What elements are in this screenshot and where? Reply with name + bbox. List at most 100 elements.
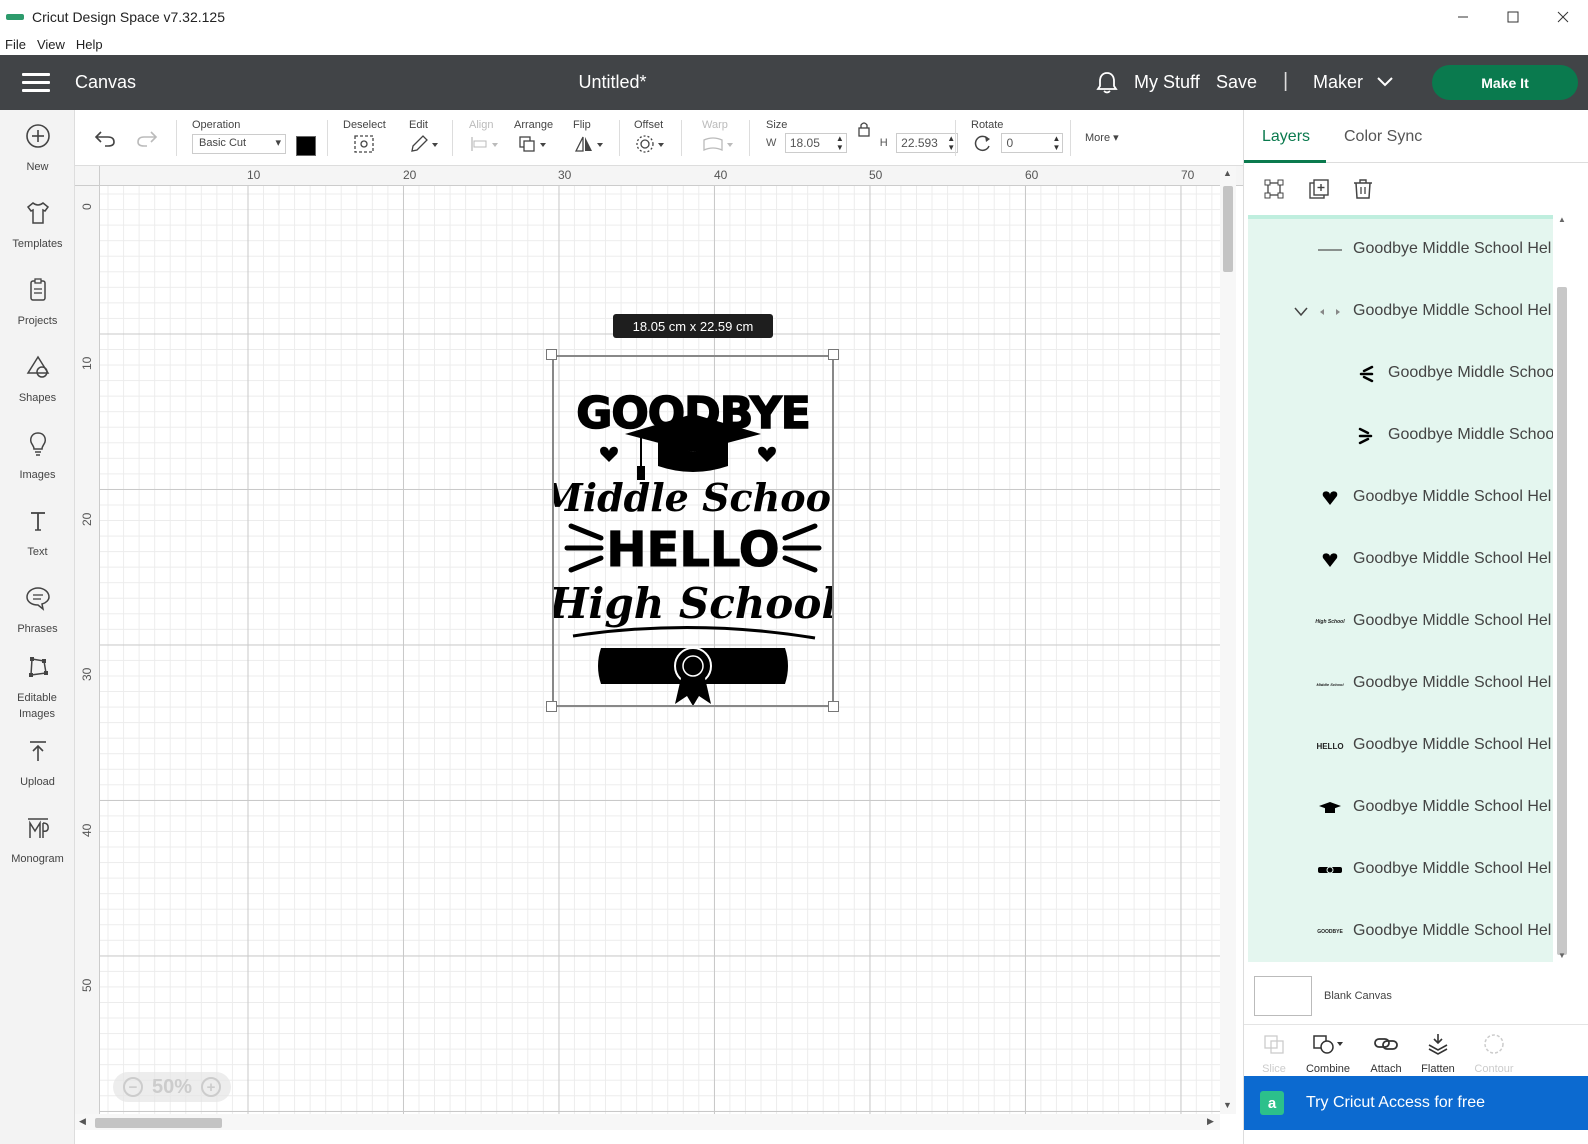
sidebar-item-editable-images[interactable]: Editable Images bbox=[0, 653, 75, 722]
operation-select[interactable]: Basic Cut bbox=[192, 134, 286, 154]
sidebar-item-new[interactable]: New bbox=[0, 122, 75, 175]
blank-canvas-swatch[interactable] bbox=[1254, 976, 1312, 1016]
layer-item[interactable]: High School Goodbye Middle School Hel bbox=[1248, 591, 1553, 653]
horizontal-scrollbar[interactable]: ◀ ▶ bbox=[75, 1114, 1220, 1130]
zoom-level: 50% bbox=[151, 1075, 193, 1098]
minimize-button[interactable] bbox=[1438, 0, 1488, 33]
scroll-up-icon[interactable]: ▲ bbox=[1223, 168, 1232, 178]
flip-group[interactable]: Flip bbox=[573, 119, 607, 159]
layer-item[interactable]: Goodbye Middle School Hel bbox=[1248, 219, 1553, 281]
sidebar-item-text[interactable]: Text bbox=[0, 507, 75, 560]
redo-icon[interactable] bbox=[135, 128, 159, 148]
scroll-left-icon[interactable]: ◀ bbox=[79, 1116, 86, 1127]
offset-group[interactable]: Offset bbox=[634, 119, 668, 159]
machine-select[interactable]: Maker bbox=[1313, 72, 1363, 93]
scrollbar-thumb[interactable] bbox=[95, 1118, 222, 1128]
arrange-group[interactable]: Arrange bbox=[514, 119, 553, 159]
trash-icon[interactable] bbox=[1351, 177, 1375, 201]
resize-handle[interactable] bbox=[828, 701, 839, 712]
scroll-up-icon[interactable]: ▲ bbox=[1558, 215, 1566, 224]
scrollbar-thumb[interactable] bbox=[1557, 287, 1567, 955]
rotate-stepper[interactable]: ▲ ▼ bbox=[1053, 134, 1061, 152]
tab-color-sync[interactable]: Color Sync bbox=[1344, 128, 1422, 146]
sidebar-item-monogram[interactable]: Monogram bbox=[0, 814, 75, 867]
maximize-button[interactable] bbox=[1488, 0, 1538, 33]
cricut-access-banner[interactable]: a Try Cricut Access for free bbox=[1244, 1076, 1588, 1130]
layer-name: Goodbye Middle School Hel bbox=[1353, 736, 1552, 753]
resize-handle[interactable] bbox=[828, 349, 839, 360]
layer-tools bbox=[1244, 163, 1588, 215]
flatten-button[interactable]: Flatten bbox=[1410, 1033, 1466, 1075]
group-icon[interactable] bbox=[1262, 177, 1286, 201]
shirt-icon bbox=[26, 202, 49, 224]
rotate-input[interactable]: 0 ▲ ▼ bbox=[1001, 133, 1064, 153]
layer-item[interactable]: Goodbye Middle Schoo bbox=[1248, 405, 1553, 467]
scroll-right-icon[interactable]: ▶ bbox=[1207, 1116, 1214, 1127]
width-stepper[interactable]: ▲ ▼ bbox=[836, 134, 844, 152]
sidebar-item-templates[interactable]: Templates bbox=[0, 199, 75, 252]
rotate-group: Rotate 0 ▲ ▼ bbox=[971, 119, 1064, 153]
design-canvas[interactable]: 0 10 20 30 40 50 60 70 0 10 20 30 40 50 … bbox=[75, 166, 1245, 1130]
sidebar-item-phrases[interactable]: Phrases bbox=[0, 584, 75, 637]
layer-name: Goodbye Middle School Hel bbox=[1353, 550, 1552, 567]
sidebar-item-shapes[interactable]: Shapes bbox=[0, 353, 75, 406]
layer-item[interactable]: Goodbye Middle School Hel bbox=[1248, 529, 1553, 591]
edit-label: Edit bbox=[409, 119, 428, 131]
layer-item[interactable]: Goodbye Middle School Hel bbox=[1248, 467, 1553, 529]
menu-view[interactable]: View bbox=[37, 37, 65, 52]
undo-icon[interactable] bbox=[93, 128, 117, 148]
lock-icon[interactable] bbox=[857, 121, 871, 137]
sidebar-item-projects[interactable]: Projects bbox=[0, 276, 75, 329]
make-it-button[interactable]: Make It bbox=[1432, 65, 1578, 100]
scroll-down-icon[interactable]: ▼ bbox=[1558, 951, 1566, 960]
zoom-out-button[interactable]: − bbox=[123, 1077, 143, 1097]
bell-icon[interactable] bbox=[1096, 71, 1118, 95]
scroll-down-icon[interactable]: ▼ bbox=[1223, 1100, 1232, 1110]
zoom-in-button[interactable]: + bbox=[201, 1077, 221, 1097]
save-button[interactable]: Save bbox=[1216, 72, 1257, 93]
my-stuff-link[interactable]: My Stuff bbox=[1134, 72, 1200, 93]
layer-group-item[interactable]: Goodbye Middle School Hel bbox=[1248, 281, 1553, 343]
scrollbar-thumb[interactable] bbox=[1223, 186, 1233, 272]
menu-help[interactable]: Help bbox=[76, 37, 103, 52]
duplicate-icon[interactable] bbox=[1307, 177, 1331, 201]
color-swatch[interactable] bbox=[296, 136, 316, 156]
hello-thumb: HELLO bbox=[1316, 741, 1344, 751]
size-tooltip: 18.05 cm x 22.59 cm bbox=[613, 314, 773, 338]
height-stepper[interactable]: ▲ ▼ bbox=[947, 134, 955, 152]
heart-thumb bbox=[1316, 487, 1344, 509]
chevron-down-icon[interactable] bbox=[1294, 307, 1308, 317]
sidebar-item-images[interactable]: Images bbox=[0, 430, 75, 483]
sidebar-item-upload[interactable]: Upload bbox=[0, 737, 75, 790]
document-title[interactable]: Untitled* bbox=[0, 72, 1225, 93]
editable-icon bbox=[28, 657, 48, 677]
layer-item[interactable]: Goodbye Middle School Hel bbox=[1248, 777, 1553, 839]
layers-scrollbar[interactable]: ▲ ▼ bbox=[1555, 215, 1569, 962]
more-button[interactable]: More ▾ bbox=[1085, 131, 1119, 144]
close-button[interactable] bbox=[1538, 0, 1588, 33]
shapes-icon bbox=[26, 355, 49, 378]
attach-button[interactable]: Attach bbox=[1358, 1033, 1414, 1075]
chevron-down-icon[interactable] bbox=[1377, 76, 1393, 88]
layer-item[interactable]: Goodbye Middle Schoo bbox=[1248, 343, 1553, 405]
resize-handle[interactable] bbox=[546, 701, 557, 712]
layer-item[interactable]: GOODBYE Goodbye Middle School Hel bbox=[1248, 901, 1553, 962]
flatten-label: Flatten bbox=[1421, 1063, 1455, 1075]
layer-item[interactable]: HELLO Goodbye Middle School Hel bbox=[1248, 715, 1553, 777]
width-input[interactable]: 18.05 ▲ ▼ bbox=[784, 133, 847, 153]
toolbar-separator bbox=[176, 120, 177, 156]
toolbar-separator bbox=[681, 120, 682, 156]
tab-layers[interactable]: Layers bbox=[1262, 128, 1310, 146]
vertical-scrollbar[interactable]: ▲ ▼ bbox=[1220, 166, 1236, 1114]
menu-file[interactable]: File bbox=[5, 37, 26, 52]
layer-item[interactable]: Goodbye Middle School Hel bbox=[1248, 839, 1553, 901]
combine-button[interactable]: Combine bbox=[1300, 1033, 1356, 1075]
ruler-tick: 50 bbox=[80, 978, 94, 992]
ruler-tick: 40 bbox=[714, 168, 728, 182]
slice-label: Slice bbox=[1262, 1063, 1286, 1075]
height-input[interactable]: 22.593 ▲ ▼ bbox=[896, 133, 959, 153]
resize-handle[interactable] bbox=[546, 349, 557, 360]
edit-group[interactable]: Edit bbox=[409, 119, 441, 159]
deselect-group[interactable]: Deselect bbox=[343, 119, 386, 159]
layer-item[interactable]: Middle School Goodbye Middle School Hel bbox=[1248, 653, 1553, 715]
